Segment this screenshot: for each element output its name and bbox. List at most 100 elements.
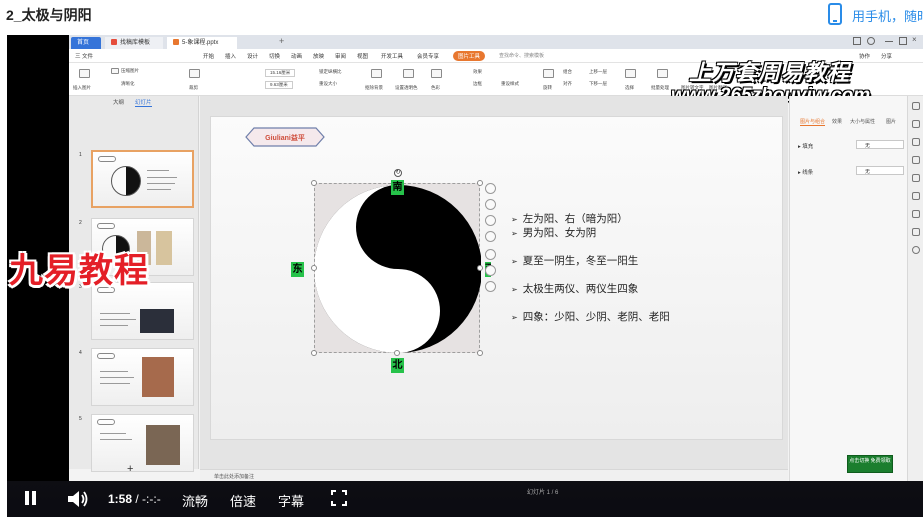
watch-on-phone-link[interactable]: 用手机，随时	[852, 6, 923, 25]
layer-icon[interactable]	[485, 199, 496, 210]
lock-ratio-checkbox[interactable]: 锁定纵横比	[319, 69, 342, 75]
menu-picture-tools[interactable]: 图片工具	[453, 51, 486, 61]
menu-design[interactable]: 设计	[247, 52, 258, 60]
slide-thumbnail-4[interactable]	[91, 348, 194, 406]
picture-edit-icon[interactable]	[485, 265, 496, 276]
share-button[interactable]: 分享	[881, 52, 892, 60]
phone-icon[interactable]	[828, 3, 842, 25]
menu-home[interactable]: 开始	[203, 52, 214, 60]
compress-icon[interactable]	[111, 68, 119, 74]
width-input[interactable]: 15.16厘米	[265, 69, 296, 77]
slide-thumbnail-5[interactable]	[91, 414, 194, 472]
remove-bg-icon[interactable]	[371, 69, 382, 78]
speed-button[interactable]: 倍速	[230, 491, 256, 510]
video-player[interactable]: 首页 找稿库模板 5-象课程.pptx + × 三 文件 开始 插入 设计 切换…	[7, 35, 923, 517]
color-icon[interactable]	[431, 69, 442, 78]
tab-picture-group[interactable]: 图片与组合	[800, 118, 826, 126]
resize-handle[interactable]	[311, 265, 317, 271]
subtitle-button[interactable]: 字幕	[278, 491, 304, 510]
crop-icon[interactable]	[189, 69, 200, 78]
add-slide-button[interactable]: +	[127, 463, 133, 475]
send-backward-button[interactable]: 下移一层	[589, 81, 607, 87]
batch-icon[interactable]	[657, 69, 668, 78]
resize-handle[interactable]	[394, 350, 400, 356]
crop-icon[interactable]	[485, 231, 496, 242]
resize-handle[interactable]	[311, 180, 317, 186]
thumb-text-line	[100, 319, 136, 320]
resize-handle[interactable]	[477, 265, 483, 271]
volume-icon[interactable]	[67, 490, 89, 508]
collaborate-button[interactable]: 协作	[859, 52, 870, 60]
tab-home[interactable]: 首页	[71, 37, 101, 49]
menu-animation[interactable]: 动画	[291, 52, 302, 60]
thumb-text-line	[100, 371, 128, 372]
thumb-text-line	[100, 433, 126, 434]
more-icon[interactable]	[485, 281, 496, 292]
menu-insert[interactable]: 插入	[225, 52, 236, 60]
new-tab-button[interactable]: +	[279, 36, 284, 46]
effects-button[interactable]: 效果	[473, 69, 482, 75]
select-icon[interactable]	[912, 102, 920, 110]
media-icon[interactable]	[912, 228, 920, 236]
collapse-icon[interactable]	[485, 183, 496, 194]
fullscreen-icon[interactable]	[331, 490, 347, 506]
location-icon[interactable]	[485, 249, 496, 260]
select-icon[interactable]	[625, 69, 636, 78]
zoom-icon[interactable]	[485, 215, 496, 226]
slide-canvas[interactable]: Giuliani益平 ↻ 南 东 北 ➢ 左为阳、右（暗为阳） ➢ 男为阳、女为…	[210, 116, 783, 440]
property-icon[interactable]	[912, 120, 920, 128]
notes-field[interactable]: 单击此处添加备注	[200, 469, 788, 481]
reset-size-button[interactable]: 重设大小	[319, 81, 337, 87]
bullet-item: ➢ 夏至一阴生，冬至一阳生	[511, 253, 638, 268]
close-icon[interactable]: ×	[912, 36, 920, 45]
rotate-handle[interactable]: ↻	[394, 169, 402, 177]
maximize-icon[interactable]	[899, 37, 907, 45]
align-button[interactable]: 对齐	[563, 81, 572, 87]
menu-slideshow[interactable]: 放映	[313, 52, 324, 60]
location-icon[interactable]	[912, 210, 920, 218]
slide-thumbnail-1[interactable]	[91, 150, 194, 208]
line-label[interactable]: ▸ 线条	[798, 168, 813, 176]
quality-button[interactable]: 流畅	[182, 491, 208, 510]
resize-handle[interactable]	[477, 350, 483, 356]
tab-template[interactable]: 找稿库模板	[105, 37, 163, 49]
pause-icon[interactable]	[24, 491, 37, 505]
tab-effects[interactable]: 效果	[832, 118, 842, 125]
menu-view[interactable]: 视图	[357, 52, 368, 60]
reset-style-button[interactable]: 重设样式	[501, 81, 519, 87]
menu-review[interactable]: 审阅	[335, 52, 346, 60]
menu-transition[interactable]: 切换	[269, 52, 280, 60]
rotate-icon[interactable]	[543, 69, 554, 78]
border-button[interactable]: 边框	[473, 81, 482, 87]
resize-handle[interactable]	[311, 350, 317, 356]
insert-picture-icon[interactable]	[79, 69, 90, 78]
tab-document[interactable]: 5-象课程.pptx	[167, 37, 237, 49]
bring-forward-button[interactable]: 上移一层	[589, 69, 607, 75]
tab-size-props[interactable]: 大小与属性	[850, 118, 875, 125]
minimize-icon[interactable]	[885, 41, 893, 42]
slide-number: 2	[79, 220, 82, 226]
style-icon[interactable]	[912, 174, 920, 182]
tab-outline[interactable]: 大纲	[113, 98, 124, 106]
fill-select[interactable]: 无	[856, 140, 904, 149]
height-input[interactable]: 9.63厘米	[265, 81, 293, 89]
tab-slides[interactable]: 幻灯片	[135, 98, 152, 107]
free-claim-button[interactable]: 点击切换 免费领取	[847, 455, 893, 473]
menu-file[interactable]: 三 文件	[75, 52, 93, 60]
resize-handle[interactable]	[477, 180, 483, 186]
help-icon[interactable]	[912, 246, 920, 254]
menu-developer[interactable]: 开发工具	[381, 52, 403, 60]
command-search-input[interactable]: 查找命令、搜索模板	[499, 52, 544, 59]
yin-yang-picture[interactable]: ↻ 南 东 西 北	[291, 169, 491, 373]
menu-member[interactable]: 会员专享	[417, 52, 439, 60]
group-button[interactable]: 组合	[563, 69, 572, 75]
settings-icon[interactable]	[912, 138, 920, 146]
tab-picture[interactable]: 图片	[886, 118, 896, 125]
copy-icon[interactable]	[912, 156, 920, 164]
transparent-color-icon[interactable]	[403, 69, 414, 78]
animation-icon[interactable]	[912, 192, 920, 200]
line-select[interactable]: 无	[856, 166, 904, 175]
layout-icon[interactable]	[853, 37, 861, 45]
fill-label[interactable]: ▸ 填充	[798, 142, 813, 150]
avatar[interactable]	[867, 37, 875, 45]
